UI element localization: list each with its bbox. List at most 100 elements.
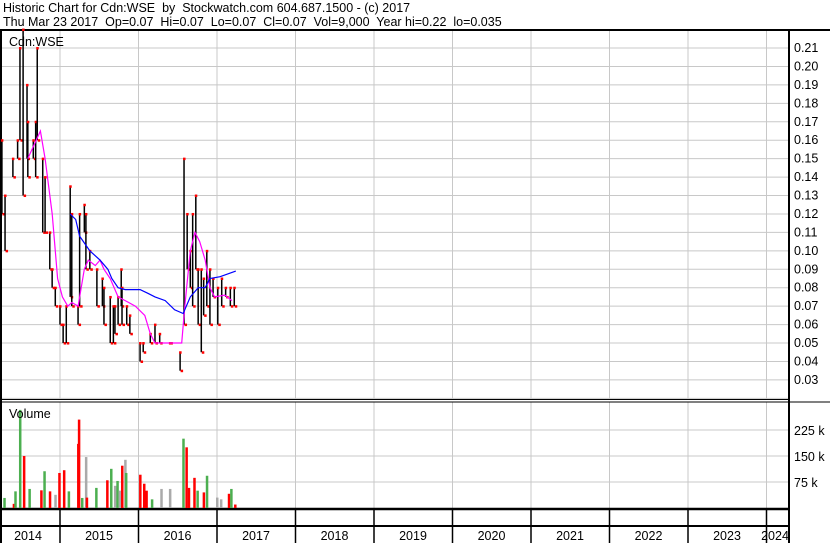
price-tick-mark bbox=[22, 28, 25, 32]
price-tick-mark bbox=[80, 305, 83, 308]
price-tick-mark bbox=[101, 277, 104, 280]
price-tick-mark bbox=[66, 342, 70, 345]
price-tick-mark bbox=[218, 323, 221, 327]
price-tick-mark bbox=[13, 176, 16, 179]
volume-bar bbox=[40, 490, 43, 508]
price-tick-mark bbox=[222, 305, 225, 308]
price-tick-mark bbox=[41, 157, 45, 161]
price-tick-mark bbox=[72, 305, 75, 308]
volume-bar bbox=[219, 499, 223, 508]
volume-bar bbox=[18, 409, 22, 508]
price-tick-mark bbox=[37, 139, 41, 142]
volume-bar bbox=[145, 490, 148, 508]
price-tick-mark bbox=[118, 323, 122, 327]
symbol-label: Cdn:WSE bbox=[9, 35, 64, 49]
volume-bar bbox=[116, 480, 119, 508]
volume-bar bbox=[182, 438, 185, 508]
price-tick-mark bbox=[86, 268, 89, 271]
price-tick-label: 0.09 bbox=[794, 262, 818, 276]
volume-bar bbox=[150, 499, 154, 508]
price-tick-mark bbox=[142, 342, 145, 345]
price-tick-mark bbox=[4, 194, 7, 198]
price-tick-mark bbox=[48, 231, 52, 234]
price-tick-label: 0.10 bbox=[794, 244, 818, 258]
volume-bar bbox=[168, 488, 172, 508]
year-label: 2016 bbox=[164, 529, 192, 543]
price-tick-mark bbox=[150, 342, 154, 345]
year-label: 2020 bbox=[478, 529, 506, 543]
price-tick-mark bbox=[125, 305, 129, 308]
price-tick-mark bbox=[102, 286, 106, 290]
price-tick-mark bbox=[84, 212, 88, 216]
price-tick-mark bbox=[186, 212, 189, 216]
volume-bar bbox=[77, 419, 81, 508]
volume-bar bbox=[139, 474, 142, 508]
price-tick-mark bbox=[143, 351, 147, 354]
volume-bar bbox=[160, 488, 163, 508]
price-tick-mark bbox=[180, 369, 184, 373]
volume-bar bbox=[48, 491, 52, 508]
volume-bar bbox=[54, 494, 57, 508]
price-tick-mark bbox=[229, 286, 232, 290]
price-tick-mark bbox=[208, 268, 212, 271]
price-tick-label: 0.21 bbox=[794, 41, 818, 55]
price-tick-mark bbox=[54, 286, 57, 290]
price-tick-mark bbox=[184, 323, 188, 327]
volume-bar bbox=[216, 497, 219, 508]
price-tick-mark bbox=[179, 351, 182, 354]
volume-bar bbox=[62, 470, 66, 508]
volume-bar bbox=[202, 492, 206, 508]
price-tick-mark bbox=[78, 212, 82, 216]
price-tick-mark bbox=[16, 139, 20, 142]
price-tick-label: 0.19 bbox=[794, 78, 818, 92]
price-tick-mark bbox=[113, 305, 117, 308]
price-tick-mark bbox=[113, 342, 117, 345]
price-tick-label: 0.15 bbox=[794, 152, 818, 166]
price-tick-mark bbox=[0, 139, 4, 142]
price-tick-mark bbox=[120, 268, 123, 271]
price-tick-label: 0.20 bbox=[794, 59, 818, 73]
price-tick-label: 0.08 bbox=[794, 281, 818, 295]
price-tick-label: 0.11 bbox=[794, 225, 817, 239]
price-tick-mark bbox=[197, 268, 200, 271]
price-tick-mark bbox=[224, 286, 228, 290]
price-tick-label: 0.16 bbox=[794, 133, 818, 147]
volume-panel-label: Volume bbox=[9, 407, 51, 421]
volume-bar bbox=[196, 490, 199, 508]
price-tick-mark bbox=[183, 157, 186, 161]
volume-bar bbox=[43, 471, 46, 508]
price-tick-label: 0.18 bbox=[794, 96, 818, 110]
price-tick-mark bbox=[69, 185, 72, 188]
volume-tick-label: 75 k bbox=[794, 476, 818, 490]
price-tick-mark bbox=[44, 176, 47, 179]
price-tick-label: 0.12 bbox=[794, 207, 818, 221]
price-tick-mark bbox=[200, 268, 203, 271]
volume-bar bbox=[230, 488, 233, 508]
price-tick-mark bbox=[78, 323, 82, 327]
volume-bar bbox=[187, 487, 191, 508]
price-tick-mark bbox=[153, 323, 157, 327]
price-tick-mark bbox=[191, 212, 195, 216]
price-tick-mark bbox=[97, 305, 100, 308]
price-tick-mark bbox=[26, 120, 30, 124]
volume-bar bbox=[227, 493, 231, 508]
price-tick-mark bbox=[55, 305, 59, 308]
volume-bar bbox=[185, 447, 188, 508]
price-tick-mark bbox=[233, 286, 236, 290]
price-tick-mark bbox=[194, 194, 198, 198]
price-tick-mark bbox=[139, 342, 142, 345]
price-tick-label: 0.14 bbox=[794, 170, 818, 184]
price-tick-mark bbox=[32, 139, 35, 142]
volume-bar bbox=[193, 477, 196, 508]
price-tick-mark bbox=[140, 360, 144, 363]
volume-bar bbox=[3, 497, 6, 508]
price-tick-label: 0.07 bbox=[794, 299, 818, 313]
price-tick-mark bbox=[234, 305, 238, 308]
volume-tick-label: 150 k bbox=[794, 450, 825, 464]
year-label: 2024 bbox=[761, 529, 789, 543]
year-label: 2015 bbox=[85, 529, 113, 543]
volume-bar bbox=[118, 490, 122, 508]
price-tick-mark bbox=[122, 323, 126, 327]
price-tick-label: 0.05 bbox=[794, 336, 818, 350]
volume-bar bbox=[80, 497, 84, 508]
